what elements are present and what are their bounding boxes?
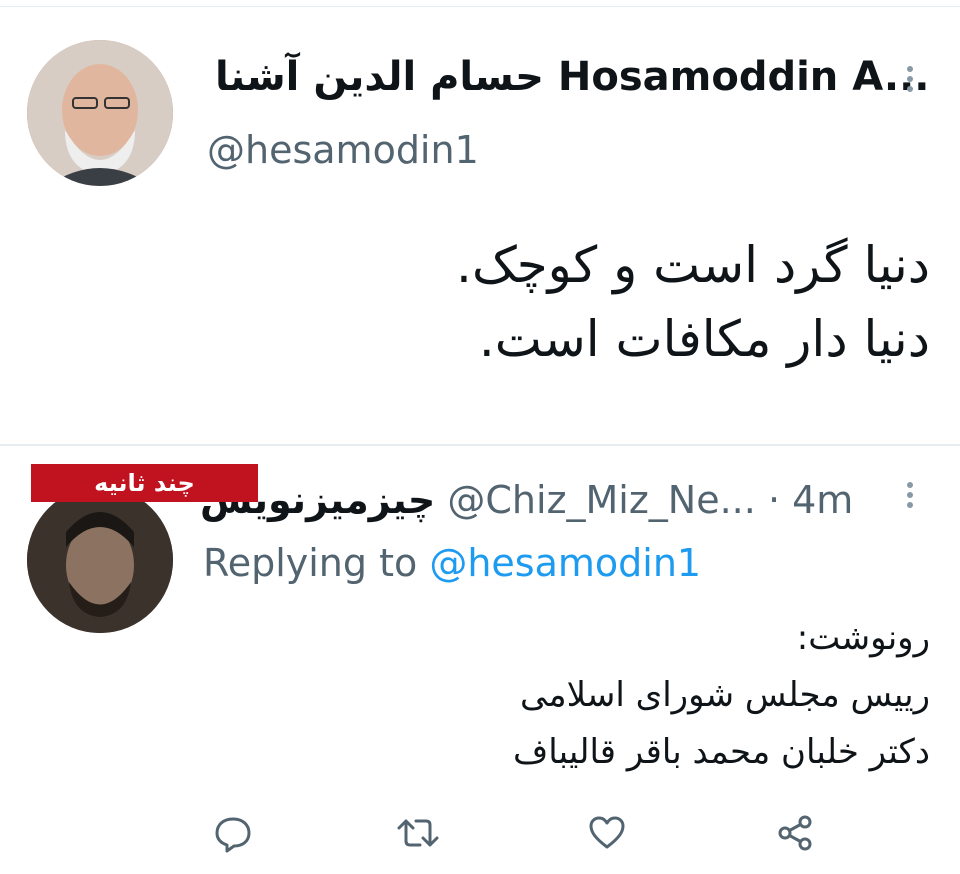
overlay-badge: چند ثانیه [31,464,258,502]
reply-avatar[interactable] [27,487,173,633]
tweet-divider [0,444,960,446]
more-options-icon[interactable] [905,478,915,512]
avatar[interactable] [27,40,173,186]
top-divider [0,6,960,7]
share-icon [778,815,812,851]
reply-button[interactable] [208,808,258,858]
replying-to: Replying to @hesamodin1 [203,541,701,585]
reply-header: چیزمیزنویس @Chiz_Miz_Ne... · 4m [200,478,870,528]
retweet-button[interactable] [393,808,443,858]
reply-timestamp[interactable]: · 4m [768,478,853,522]
reply-line: رییس مجلس شورای اسلامی [520,675,930,715]
tweet-text: دنیا گرد است و کوچک. دنیا دار مکافات است… [230,228,930,376]
retweet-icon [397,819,439,847]
user-handle[interactable]: @hesamodin1 [207,128,479,172]
reply-handle[interactable]: @Chiz_Miz_Ne... [447,478,755,522]
heart-icon [589,816,625,849]
avatar-image [27,487,173,633]
display-name[interactable]: حسام الدین آشنا Hosamoddin A... [215,54,929,100]
like-button[interactable] [582,808,632,858]
more-options-icon[interactable] [905,62,915,96]
speech-bubble-icon [215,817,251,853]
tweet-line: دنیا گرد است و کوچک. [456,236,930,294]
avatar-image [27,40,173,186]
reply-line: دکتر خلبان محمد باقر قالیباف [512,732,930,772]
share-button[interactable] [770,808,820,858]
reply-line: رونوشت: [796,618,930,658]
replying-label: Replying to [203,541,418,585]
replying-to-link[interactable]: @hesamodin1 [429,541,701,585]
tweet-line: دنیا دار مکافات است. [478,310,930,368]
reply-text: رونوشت: رییس مجلس شورای اسلامی دکتر خلبا… [290,610,930,781]
